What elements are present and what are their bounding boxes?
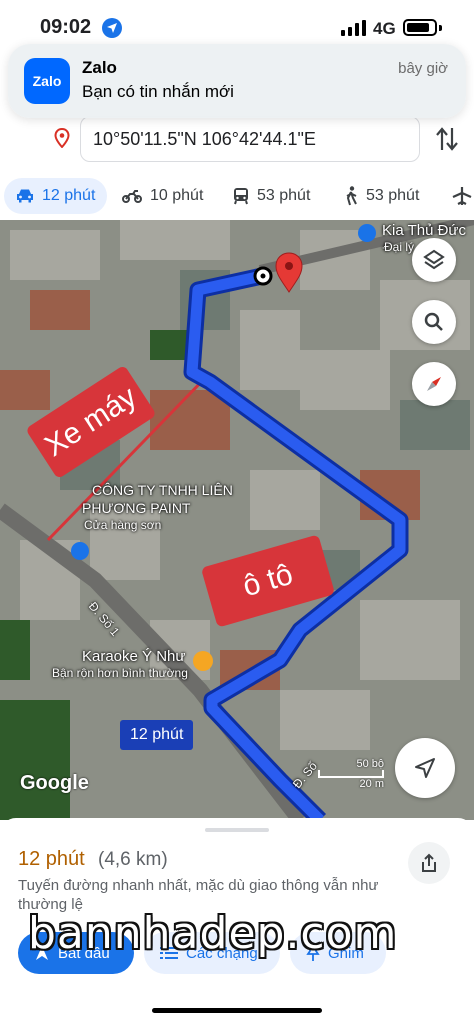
layers-button[interactable]: [412, 238, 456, 282]
route-time-badge[interactable]: 12 phút: [120, 720, 194, 750]
walk-icon: [346, 186, 357, 206]
tab-motorbike-label: 10 phút: [150, 187, 204, 204]
layers-icon: [423, 249, 445, 270]
navigation-arrow-icon: [415, 758, 435, 778]
status-time: 09:02: [40, 16, 92, 38]
tab-transit-label: 53 phút: [257, 187, 311, 204]
tab-walk-label: 53 phút: [366, 187, 420, 204]
tab-flight[interactable]: [452, 178, 474, 214]
home-indicator[interactable]: [152, 1008, 322, 1013]
tab-transit[interactable]: 53 phút: [233, 178, 310, 214]
watermark-text: bannhadep.com: [28, 908, 398, 959]
map-search-button[interactable]: [412, 300, 456, 344]
location-arrow-icon: [102, 18, 122, 38]
scale-bottom-label: 20 m: [359, 778, 384, 790]
battery-icon: [403, 19, 442, 36]
zalo-app-icon: Zalo: [24, 58, 70, 104]
map-label-company-line1[interactable]: CÔNG TY TNHH LIÊN: [92, 482, 233, 498]
tab-car-label: 12 phút: [42, 187, 96, 204]
map-label-company-line2: PHƯƠNG PAINT: [82, 500, 191, 516]
tab-motorbike[interactable]: 10 phút: [122, 178, 203, 214]
compass-button[interactable]: [412, 362, 456, 406]
car-icon: [17, 189, 33, 203]
tab-car[interactable]: 12 phút: [4, 178, 108, 214]
map-label-kia-sub: Đại lý: [384, 240, 415, 254]
share-icon: [422, 853, 436, 872]
notification-message: Bạn có tin nhắn mới: [82, 82, 234, 101]
transit-icon: [234, 188, 248, 205]
travel-mode-tabs: 12 phút 10 phút 53 phút 53 phút: [0, 176, 474, 216]
zalo-notification[interactable]: Zalo Zalo Bạn có tin nhắn mới bây giờ: [8, 44, 466, 118]
route-bottom-sheet[interactable]: 12 phút (4,6 km) Tuyến đường nhanh nhất,…: [0, 818, 474, 1024]
search-icon: [424, 312, 443, 331]
swap-icon[interactable]: [436, 126, 458, 152]
motorbike-icon: [122, 190, 142, 203]
notification-app-name: Zalo: [82, 58, 117, 77]
map-label-karaoke-sub: Bận rộn hơn bình thường: [52, 666, 188, 680]
satellite-imagery: [0, 220, 474, 820]
notification-time: bây giờ: [398, 60, 448, 77]
sheet-drag-handle[interactable]: [205, 828, 269, 832]
map-label-karaoke[interactable]: Karaoke Ý Như: [82, 648, 185, 665]
route-duration: 12 phút: [18, 848, 85, 870]
signal-icon: [341, 20, 366, 36]
network-type: 4G: [373, 19, 396, 38]
share-button[interactable]: [408, 842, 450, 884]
compass-icon: [427, 377, 441, 391]
scale-top-label: 50 bộ: [356, 758, 384, 770]
google-logo: Google: [20, 772, 89, 794]
flight-icon: [452, 187, 472, 205]
map-label-company-sub: Cửa hàng sơn: [84, 518, 162, 532]
destination-pin-icon: [54, 128, 70, 148]
route-distance: (4,6 km): [98, 849, 168, 870]
map-scale: 50 bộ 20 m: [318, 758, 384, 790]
map-view[interactable]: Kia Thủ Đức - Đại lý CÔNG TY TNHH LIÊN P…: [0, 220, 474, 820]
tab-walk[interactable]: 53 phút: [344, 178, 419, 214]
scale-bar: [318, 770, 384, 778]
destination-field[interactable]: 10°50'11.5"N 106°42'44.1"E: [80, 116, 420, 162]
my-location-button[interactable]: [395, 738, 455, 798]
